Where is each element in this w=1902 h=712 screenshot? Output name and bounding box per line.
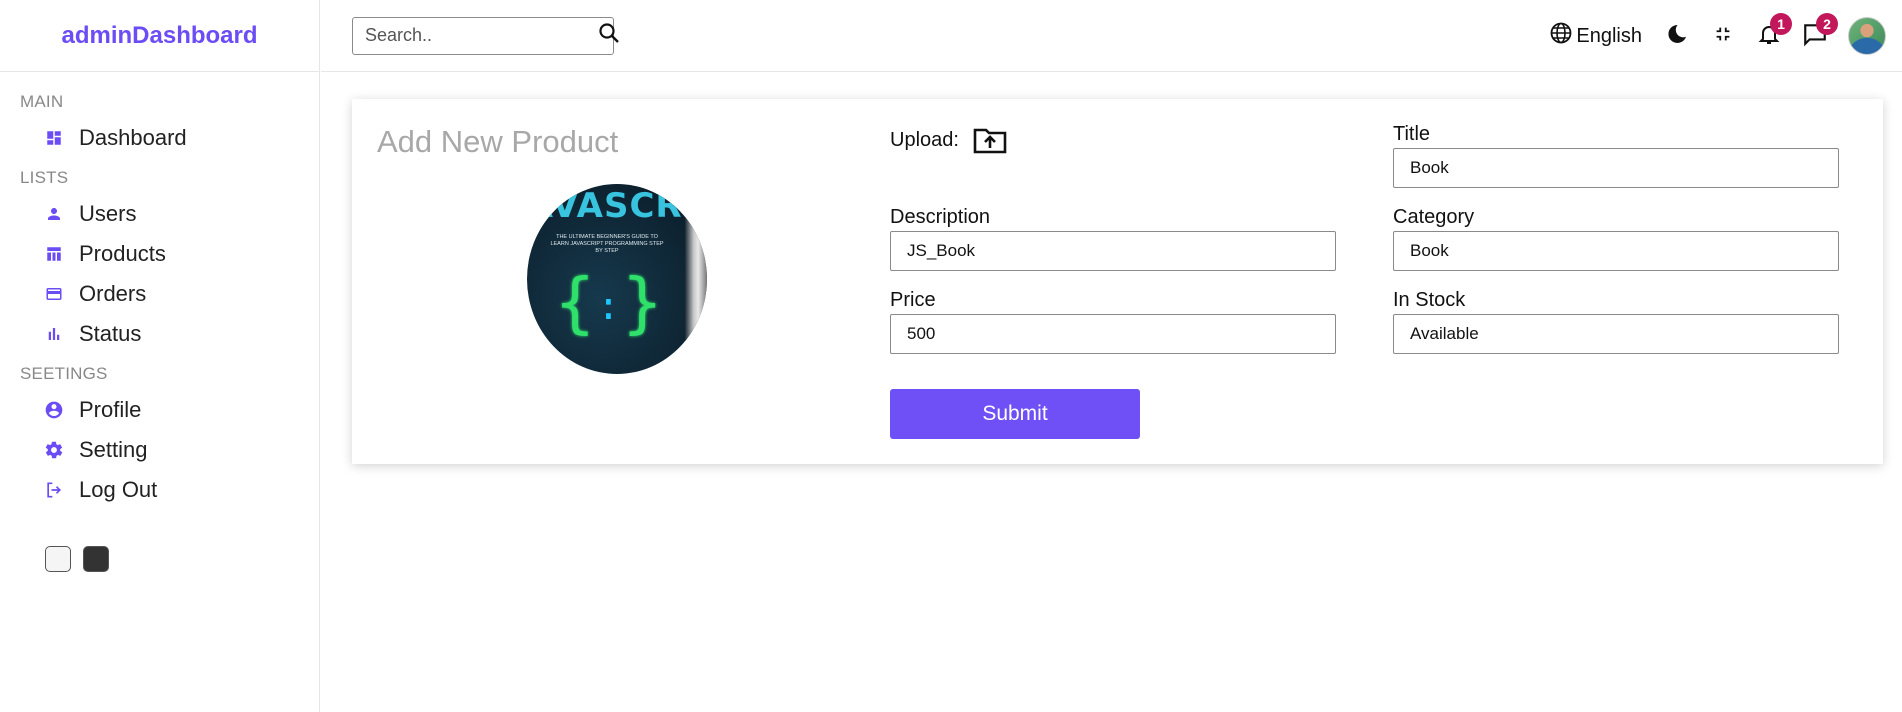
description-label: Description bbox=[890, 206, 991, 228]
sidebar: adminDashboard MAIN Dashboard LISTS User… bbox=[0, 0, 320, 712]
section-title-main: MAIN bbox=[20, 92, 64, 111]
title-field-group: Title bbox=[1393, 123, 1839, 188]
dark-theme-swatch[interactable] bbox=[83, 546, 109, 572]
upload-label: Upload: bbox=[890, 128, 959, 151]
title-input[interactable] bbox=[1393, 148, 1839, 188]
price-label: Price bbox=[890, 289, 936, 311]
notifications-button[interactable]: 1 bbox=[1756, 13, 1792, 49]
sidebar-item-dashboard[interactable]: Dashboard bbox=[20, 118, 319, 158]
category-field-group: Category bbox=[1393, 206, 1839, 271]
sidebar-item-label: Profile bbox=[79, 397, 142, 422]
globe-icon bbox=[1549, 21, 1576, 51]
section-title-lists: LISTS bbox=[20, 168, 69, 187]
category-label: Category bbox=[1393, 206, 1475, 228]
submit-button[interactable]: Submit bbox=[890, 389, 1140, 439]
book-cover-title: JAVASCRIPT bbox=[527, 186, 707, 226]
price-input[interactable] bbox=[890, 314, 1336, 354]
sidebar-item-label: Status bbox=[79, 321, 142, 346]
fullscreen-exit-icon bbox=[1712, 23, 1734, 50]
messages-count-badge: 2 bbox=[1816, 13, 1838, 35]
sidebar-nav: MAIN Dashboard LISTS Users Products Orde… bbox=[0, 72, 319, 572]
moon-icon bbox=[1665, 22, 1689, 51]
notifications-count-badge: 1 bbox=[1770, 13, 1792, 35]
search-icon[interactable] bbox=[597, 21, 621, 50]
credit-card-icon bbox=[44, 284, 64, 304]
messages-button[interactable]: 2 bbox=[1802, 13, 1838, 49]
title-label: Title bbox=[1393, 123, 1431, 145]
category-input[interactable] bbox=[1393, 231, 1839, 271]
logo-container: adminDashboard bbox=[0, 0, 319, 72]
sidebar-item-label: Products bbox=[79, 241, 166, 266]
language-selector[interactable]: English bbox=[1549, 21, 1642, 51]
in-stock-field-group: In Stock bbox=[1393, 289, 1839, 354]
sidebar-item-label: Log Out bbox=[79, 477, 158, 502]
search-box bbox=[352, 16, 619, 55]
new-product-card: Add New Product JAVASCRIPT THE ULTIMATE … bbox=[352, 99, 1883, 464]
price-field-group: Price bbox=[890, 289, 1336, 354]
bar-chart-icon bbox=[44, 324, 64, 344]
sidebar-item-profile[interactable]: Profile bbox=[20, 390, 319, 430]
light-theme-swatch[interactable] bbox=[45, 546, 71, 572]
sidebar-item-orders[interactable]: Orders bbox=[20, 274, 319, 314]
dashboard-icon bbox=[44, 128, 64, 148]
upload-row: Upload: bbox=[890, 126, 1007, 154]
in-stock-input[interactable] bbox=[1393, 314, 1839, 354]
topbar: English 1 2 bbox=[321, 0, 1902, 72]
logout-icon bbox=[44, 480, 64, 500]
sidebar-item-logout[interactable]: Log Out bbox=[20, 470, 319, 510]
app-logo[interactable]: adminDashboard bbox=[61, 22, 257, 50]
sidebar-item-label: Orders bbox=[79, 281, 147, 306]
sidebar-item-setting[interactable]: Setting bbox=[20, 430, 319, 470]
sidebar-item-users[interactable]: Users bbox=[20, 194, 319, 234]
language-label: English bbox=[1576, 24, 1642, 47]
product-image-preview: JAVASCRIPT THE ULTIMATE BEGINNER'S GUIDE… bbox=[527, 184, 707, 374]
sidebar-item-products[interactable]: Products bbox=[20, 234, 319, 274]
folder-upload-icon[interactable] bbox=[973, 126, 1007, 154]
table-icon bbox=[44, 244, 64, 264]
sidebar-item-status[interactable]: Status bbox=[20, 314, 319, 354]
sidebar-item-label: Setting bbox=[79, 437, 148, 462]
sidebar-item-label: Users bbox=[79, 201, 137, 226]
gear-icon bbox=[44, 440, 64, 460]
account-circle-icon bbox=[44, 400, 64, 420]
person-icon bbox=[44, 204, 64, 224]
page-title: Add New Product bbox=[377, 124, 619, 159]
theme-switcher bbox=[20, 546, 319, 572]
fullscreen-exit-button[interactable] bbox=[1710, 23, 1736, 49]
topbar-actions: English 1 2 bbox=[1549, 0, 1886, 72]
sidebar-item-label: Dashboard bbox=[79, 125, 187, 150]
in-stock-label: In Stock bbox=[1393, 289, 1466, 311]
dark-mode-toggle[interactable] bbox=[1664, 23, 1690, 49]
book-cover-subtitle: THE ULTIMATE BEGINNER'S GUIDE TO LEARN J… bbox=[550, 234, 664, 254]
description-field-group: Description bbox=[890, 206, 1336, 271]
description-input[interactable] bbox=[890, 231, 1336, 271]
section-title-settings: SEETINGS bbox=[20, 364, 108, 383]
avatar[interactable] bbox=[1848, 17, 1886, 55]
colon-graphic: : bbox=[597, 284, 620, 328]
search-input[interactable] bbox=[365, 25, 597, 46]
